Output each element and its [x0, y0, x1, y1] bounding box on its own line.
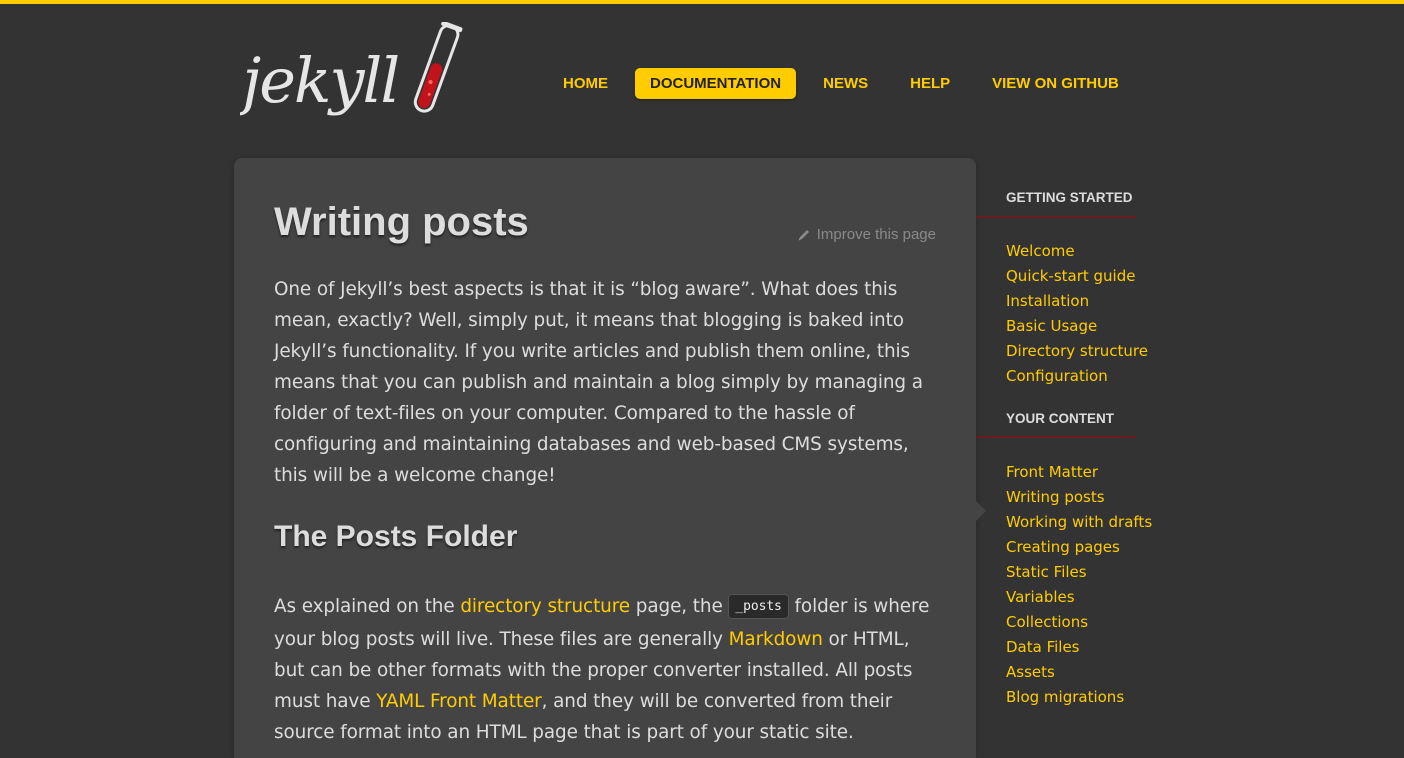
article-panel: Writing posts Improve this page One of J… [234, 158, 976, 758]
sidebar-item-variables[interactable]: Variables [1006, 588, 1075, 606]
nav-documentation[interactable]: DOCUMENTATION [635, 67, 797, 99]
sidebar-item-static-files[interactable]: Static Files [1006, 563, 1087, 581]
posts-folder-paragraph: As explained on the directory structure … [274, 591, 942, 748]
nav-view-on-github[interactable]: VIEW ON GITHUB [977, 68, 1134, 99]
p2-text-2: page, the [630, 596, 729, 617]
pencil-icon [798, 229, 809, 240]
sidebar-item-writing-posts[interactable]: Writing posts [1006, 488, 1105, 506]
section-title: The Posts Folder [274, 520, 518, 553]
main-nav: HOME DOCUMENTATION NEWS HELP VIEW ON GIT… [548, 66, 1146, 100]
sidebar-item-installation[interactable]: Installation [1006, 292, 1089, 310]
getting-started-list: Welcome Quick-start guide Installation B… [976, 239, 1176, 389]
markdown-link[interactable]: Markdown [729, 629, 823, 650]
nav-help[interactable]: HELP [895, 68, 965, 99]
sidebar-item-collections[interactable]: Collections [1006, 613, 1088, 631]
sidebar-item-directory-structure[interactable]: Directory structure [1006, 342, 1148, 360]
posts-code: _posts [728, 594, 789, 619]
sidebar-item-welcome[interactable]: Welcome [1006, 242, 1075, 260]
p2-text-1: As explained on the [274, 596, 461, 617]
sidebar-item-basic-usage[interactable]: Basic Usage [1006, 317, 1097, 335]
sidebar-item-data-files[interactable]: Data Files [1006, 638, 1080, 656]
docs-sidebar: GETTING STARTED Welcome Quick-start guid… [976, 190, 1176, 710]
sidebar-item-blog-migrations[interactable]: Blog migrations [1006, 688, 1124, 706]
improve-this-page-link[interactable]: Improve this page [797, 226, 936, 243]
test-tube-icon [413, 20, 463, 113]
page-title: Writing posts [274, 200, 529, 244]
directory-structure-link[interactable]: directory structure [460, 596, 630, 617]
sidebar-item-configuration[interactable]: Configuration [1006, 367, 1108, 385]
sidebar-section-your-content: YOUR CONTENT [976, 411, 1136, 438]
nav-news[interactable]: NEWS [808, 68, 883, 99]
sidebar-item-assets[interactable]: Assets [1006, 663, 1055, 681]
yaml-front-matter-link[interactable]: YAML Front Matter [376, 691, 542, 712]
jekyll-logo[interactable]: jekyll [230, 20, 480, 124]
sidebar-item-quick-start-guide[interactable]: Quick-start guide [1006, 267, 1135, 285]
sidebar-item-front-matter[interactable]: Front Matter [1006, 463, 1098, 481]
your-content-list: Front Matter Writing posts Working with … [976, 460, 1176, 710]
nav-home[interactable]: HOME [548, 68, 623, 99]
improve-label: Improve this page [816, 226, 936, 243]
intro-paragraph: One of Jekyll’s best aspects is that it … [274, 279, 923, 486]
sidebar-item-working-with-drafts[interactable]: Working with drafts [1006, 513, 1152, 531]
sidebar-item-creating-pages[interactable]: Creating pages [1006, 538, 1120, 556]
sidebar-section-getting-started: GETTING STARTED [976, 190, 1136, 217]
logo-wordmark: jekyll [240, 44, 398, 117]
